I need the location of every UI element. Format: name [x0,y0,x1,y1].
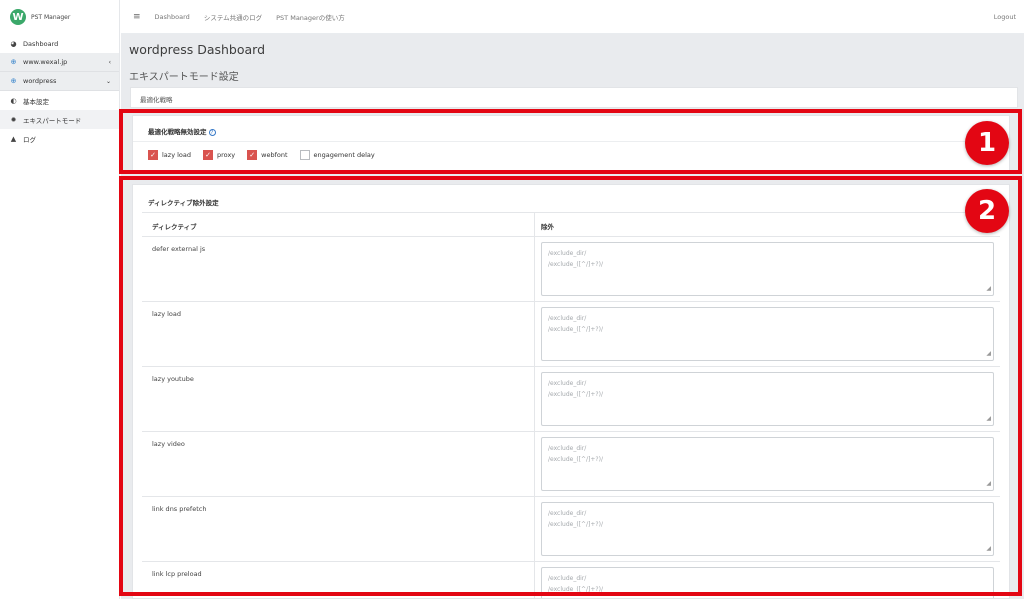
dashboard-icon: ◕ [10,39,17,48]
sidebar-item-site[interactable]: ⊕ www.wexal.jp ‹ [0,53,119,72]
sidebar-item-basic-settings[interactable]: ◐ 基本設定 [0,91,119,110]
brand[interactable]: W PST Manager [0,0,119,34]
top-navbar: ≡ Dashboard システム共通のログ PST Managerの使い方 Lo… [121,0,1024,34]
globe-icon: ⊕ [10,77,17,85]
app-name: PST Manager [31,13,71,21]
app-logo: W [10,9,26,25]
chevron-left-icon: ‹ [108,58,111,66]
sidebar-item-label: 基本設定 [23,97,49,106]
nav-link-guide[interactable]: PST Managerの使い方 [276,12,345,22]
warning-icon: ▲ [10,134,17,143]
nav-link-system-log[interactable]: システム共通のログ [204,12,262,22]
sidebar-item-wordpress[interactable]: ⊕ wordpress ⌄ [0,72,119,91]
sidebar-item-log[interactable]: ▲ ログ [0,129,119,148]
toggle-icon: ◐ [10,96,17,105]
annotation-badge-2: 2 [965,189,1009,233]
menu-icon[interactable]: ≡ [133,12,141,22]
sidebar: W PST Manager ◕ Dashboard ⊕ www.wexal.jp… [0,0,120,599]
page-title: wordpress Dashboard [129,42,266,57]
gear-icon: ✹ [10,115,17,124]
sidebar-item-label: ログ [23,135,36,144]
sidebar-item-label: www.wexal.jp [23,58,68,66]
nav-link-dashboard[interactable]: Dashboard [155,13,190,21]
sidebar-item-label: エキスパートモード [23,116,82,125]
sidebar-item-dashboard[interactable]: ◕ Dashboard [0,34,119,53]
tab-bar: 最適化戦略 [130,87,1018,108]
chevron-down-icon: ⌄ [105,77,111,85]
sidebar-item-label: Dashboard [23,39,59,48]
globe-icon: ⊕ [10,58,17,66]
annotation-badge-1: 1 [965,121,1009,165]
page-subtitle: エキスパートモード設定 [129,72,239,83]
annotation-box-2 [119,176,1022,596]
sidebar-item-label: wordpress [23,77,57,85]
annotation-box-1 [119,109,1022,174]
tab-optimization-strategy[interactable]: 最適化戦略 [140,94,173,104]
logout-link[interactable]: Logout [994,13,1016,21]
sidebar-item-expert-mode[interactable]: ✹ エキスパートモード [0,110,119,129]
